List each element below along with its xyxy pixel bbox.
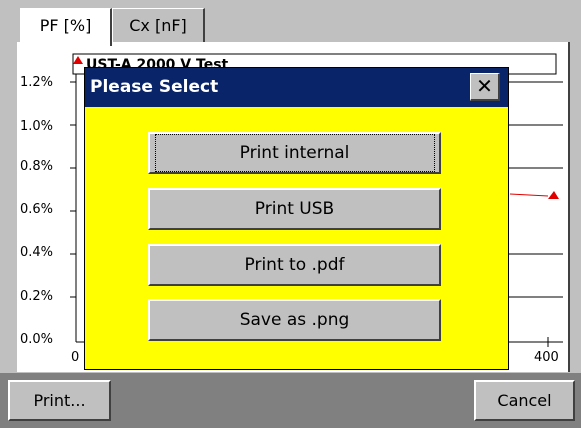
print-internal-button[interactable]: Print internal (148, 132, 441, 174)
button-label: Print to .pdf (244, 255, 345, 275)
y-tick-label: 0.6% (20, 202, 53, 217)
tab-pf-percent[interactable]: PF [%] (20, 8, 112, 46)
please-select-dialog: Please Select ✕ Print internal Print USB… (84, 67, 509, 370)
series-line (509, 193, 549, 197)
tab-cx-nf[interactable]: Cx [nF] (112, 8, 205, 44)
bottom-toolbar: Print... Cancel (0, 373, 581, 428)
close-button[interactable]: ✕ (470, 73, 500, 101)
button-label: Save as .png (239, 310, 350, 330)
close-icon: ✕ (476, 74, 493, 98)
y-tick-label: 0.4% (20, 245, 53, 260)
save-as-png-button[interactable]: Save as .png (148, 299, 441, 341)
y-tick-label: 1.2% (20, 75, 53, 90)
print-usb-button[interactable]: Print USB (148, 188, 441, 230)
print-to-pdf-button[interactable]: Print to .pdf (148, 244, 441, 286)
tab-strip: PF [%] Cx [nF] (0, 0, 581, 46)
button-label: Print USB (254, 199, 335, 219)
y-tick-label: 0.8% (20, 159, 53, 174)
series-marker (548, 191, 559, 199)
dialog-title: Please Select (90, 77, 219, 97)
x-tick-label: 400 (534, 350, 559, 365)
print-button[interactable]: Print... (8, 380, 111, 421)
x-tick-label: 0 (71, 350, 79, 365)
button-label: Print internal (154, 134, 435, 172)
y-tick-label: 0.0% (20, 332, 53, 347)
y-tick-label: 1.0% (20, 119, 53, 134)
dialog-title-bar: Please Select ✕ (85, 68, 508, 107)
y-tick-label: 0.2% (20, 289, 53, 304)
cancel-button[interactable]: Cancel (474, 380, 575, 421)
